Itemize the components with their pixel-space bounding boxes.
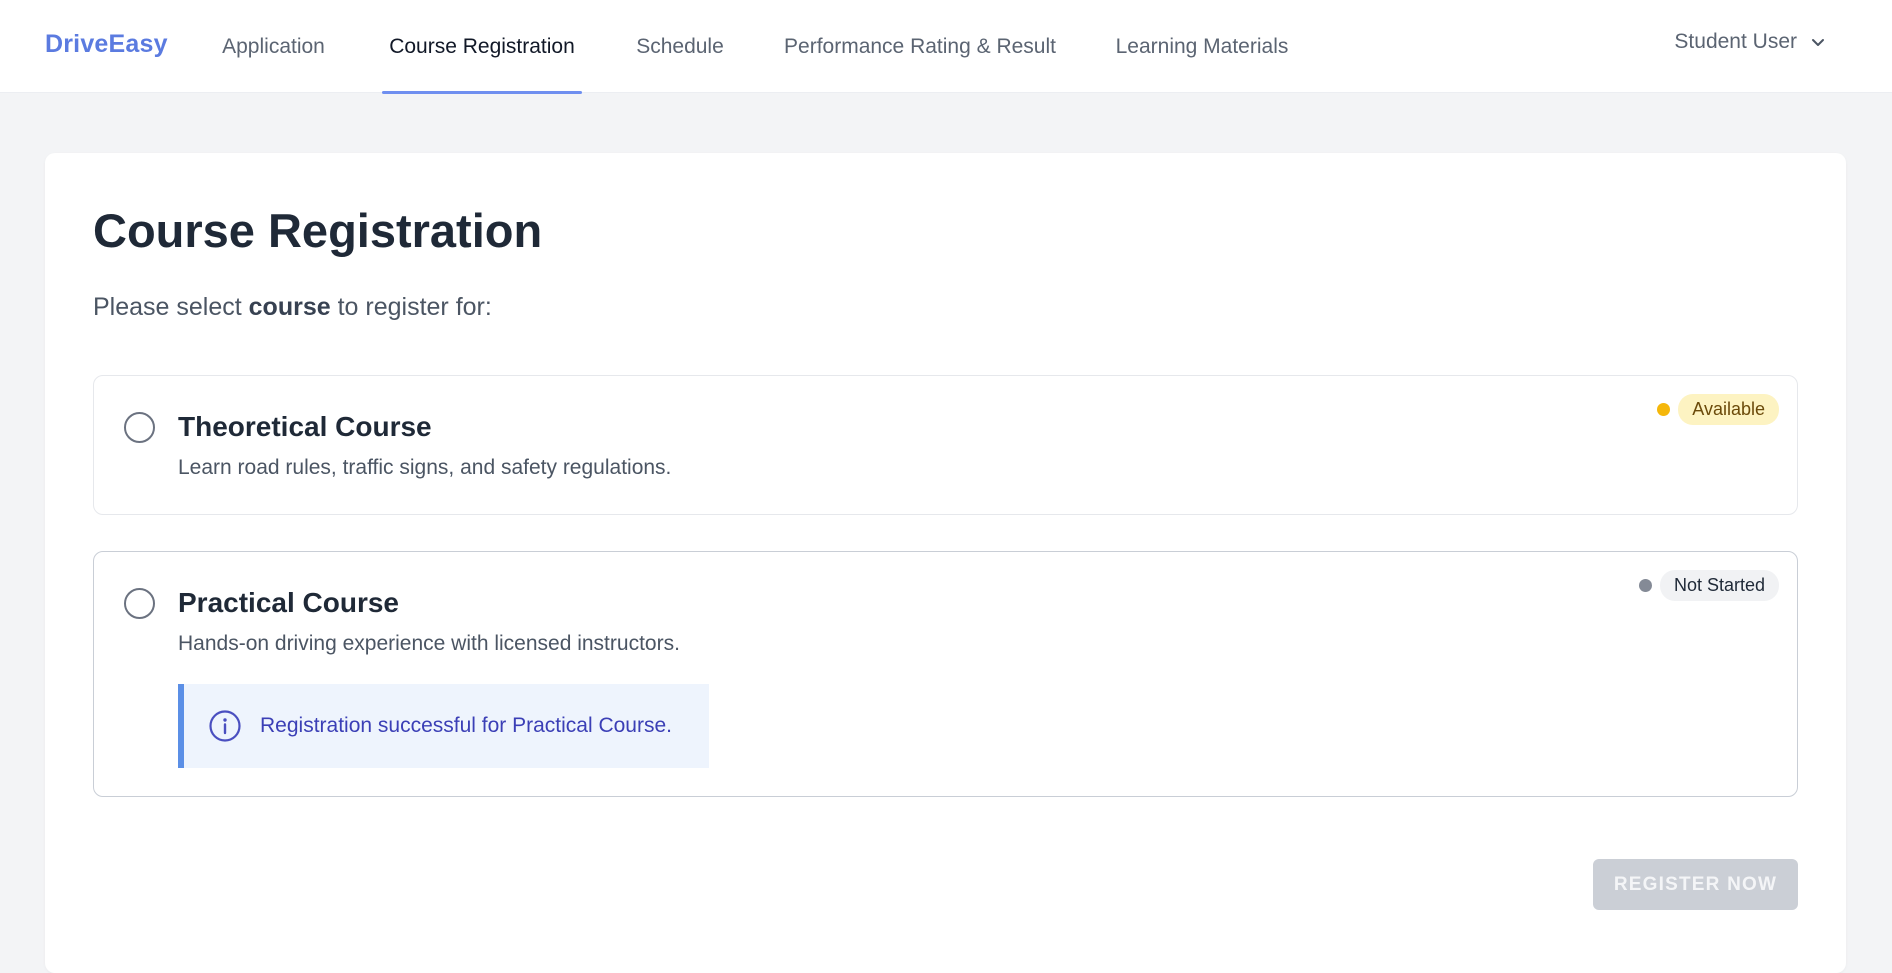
- course-radio-theoretical[interactable]: [124, 412, 155, 443]
- nav-tab-application[interactable]: Application: [209, 0, 338, 93]
- notice-text: Registration successful for Practical Co…: [260, 714, 672, 737]
- course-description: Learn road rules, traffic signs, and saf…: [178, 456, 672, 479]
- course-option-practical[interactable]: Practical Course Hands-on driving experi…: [93, 551, 1798, 797]
- top-navigation-bar: DriveEasy Application Course Registratio…: [0, 0, 1892, 94]
- registration-success-notice: Registration successful for Practical Co…: [178, 684, 709, 768]
- status-label: Available: [1678, 394, 1779, 425]
- page-subtitle: Please select course to register for:: [93, 293, 492, 322]
- course-title: Theoretical Course: [178, 411, 432, 442]
- nav-tab-learning-materials[interactable]: Learning Materials: [1108, 0, 1296, 93]
- course-title: Practical Course: [178, 587, 399, 618]
- subtitle-suffix: to register for:: [337, 293, 492, 321]
- subtitle-prefix: Please select: [93, 293, 242, 321]
- info-icon: [208, 709, 242, 743]
- status-badge: Not Started: [1638, 570, 1779, 601]
- nav-tab-performance-rating-result[interactable]: Performance Rating & Result: [776, 0, 1064, 93]
- nav-tab-schedule[interactable]: Schedule: [628, 0, 732, 93]
- course-option-theoretical[interactable]: Theoretical Course Learn road rules, tra…: [93, 375, 1798, 515]
- status-badge: Available: [1657, 394, 1779, 425]
- course-radio-practical[interactable]: [124, 588, 155, 619]
- register-now-button[interactable]: REGISTER NOW: [1593, 859, 1798, 910]
- user-menu[interactable]: Student User: [1674, 30, 1827, 54]
- nav-tab-course-registration[interactable]: Course Registration: [382, 0, 582, 94]
- chevron-down-icon: [1809, 33, 1827, 51]
- brand-logo[interactable]: DriveEasy: [45, 30, 168, 59]
- status-label: Not Started: [1659, 570, 1779, 601]
- page-title: Course Registration: [93, 204, 543, 257]
- status-dot-icon: [1657, 403, 1671, 416]
- status-dot-icon: [1638, 579, 1652, 592]
- registration-card: Course Registration Please select course…: [45, 153, 1846, 973]
- course-description: Hands-on driving experience with license…: [178, 632, 680, 655]
- subtitle-bold: course: [248, 293, 331, 321]
- user-menu-label: Student User: [1674, 30, 1797, 53]
